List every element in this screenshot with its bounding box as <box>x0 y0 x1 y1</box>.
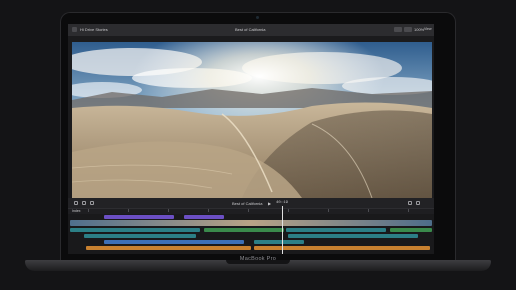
library-label[interactable]: Hi Drive Stories <box>80 27 108 32</box>
project-name-label: Best of California <box>232 201 263 206</box>
connected-clip[interactable] <box>204 228 284 232</box>
view-toggle-button[interactable] <box>394 27 402 32</box>
snap-icon[interactable] <box>82 201 86 205</box>
fullscreen-icon[interactable] <box>416 201 420 205</box>
title-clip[interactable] <box>104 215 174 219</box>
title-clip[interactable] <box>184 215 224 219</box>
audio-icon[interactable] <box>408 201 412 205</box>
audio-clip[interactable] <box>104 240 244 244</box>
music-clip[interactable] <box>254 246 430 250</box>
tool-icon[interactable] <box>74 201 78 205</box>
play-icon[interactable]: ▶ <box>268 201 271 206</box>
view-menu[interactable]: View <box>424 27 432 31</box>
layout-button[interactable] <box>404 27 412 32</box>
skimming-icon[interactable] <box>90 201 94 205</box>
video-viewer[interactable] <box>72 42 432 198</box>
index-button[interactable]: Index <box>72 209 81 213</box>
project-title: Best of California <box>235 27 266 32</box>
app-screen: Hi Drive Stories Best of California 100%… <box>68 24 434 254</box>
connected-clip[interactable] <box>390 228 432 232</box>
library-icon[interactable] <box>72 27 77 32</box>
zoom-label[interactable]: 100% <box>414 27 424 32</box>
camera-icon <box>256 16 259 19</box>
device-brand-label: MacBook Pro <box>239 256 277 262</box>
timecode-display[interactable]: 40:19 <box>276 201 288 205</box>
audio-clip[interactable] <box>84 234 196 238</box>
playhead[interactable] <box>282 206 283 254</box>
connected-clip[interactable] <box>286 228 386 232</box>
connected-clip[interactable] <box>70 228 200 232</box>
music-clip[interactable] <box>86 246 251 250</box>
primary-storyline-clip[interactable] <box>70 220 432 226</box>
audio-clip[interactable] <box>254 240 304 244</box>
